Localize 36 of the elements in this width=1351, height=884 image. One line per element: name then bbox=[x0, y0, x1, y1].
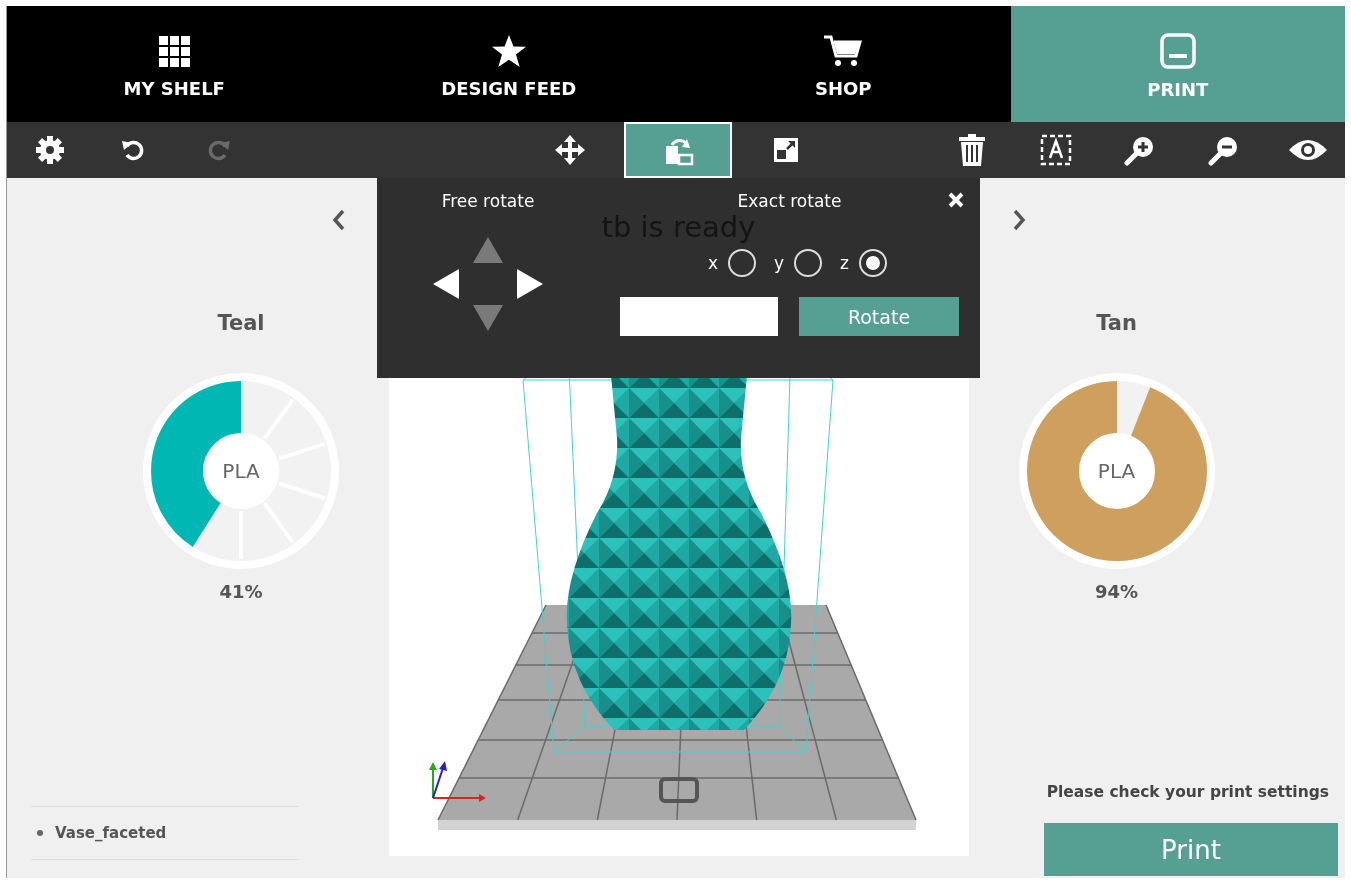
arrow-right-button[interactable] bbox=[517, 269, 543, 299]
tablet-icon bbox=[1159, 33, 1196, 69]
panel-title: Free rotate bbox=[441, 191, 535, 213]
zoom-in-icon bbox=[1124, 134, 1156, 166]
material-label: PLA bbox=[221, 459, 261, 483]
spool-empty-segment bbox=[1116, 381, 1150, 436]
filament-name: Tan bbox=[1096, 310, 1137, 337]
move-icon bbox=[555, 135, 585, 165]
axis-label: y bbox=[774, 253, 785, 273]
cart-icon bbox=[823, 34, 864, 68]
radio-button[interactable] bbox=[859, 249, 887, 277]
arrow-left-button[interactable] bbox=[433, 269, 459, 299]
radio-button[interactable] bbox=[794, 249, 823, 277]
axis-label: z bbox=[840, 253, 849, 273]
zoom-out-icon bbox=[1208, 134, 1240, 166]
bullet-icon bbox=[37, 830, 43, 836]
text-frame-icon bbox=[1040, 134, 1072, 166]
material-label: PLA bbox=[1096, 459, 1137, 483]
panel-title: Exact rotate bbox=[737, 191, 842, 213]
axis-icon bbox=[428, 761, 486, 802]
model-name[interactable]: Vase_faceted bbox=[55, 824, 167, 842]
plate-logo-icon bbox=[658, 777, 699, 803]
close-icon[interactable] bbox=[948, 192, 964, 208]
angle-input[interactable] bbox=[620, 297, 778, 336]
filament-percent: 94% bbox=[1094, 581, 1139, 602]
grid-icon bbox=[157, 34, 192, 68]
scale-icon bbox=[773, 137, 799, 163]
star-icon bbox=[490, 34, 527, 68]
filament-percent: 41% bbox=[219, 581, 263, 602]
settings-icon bbox=[35, 135, 65, 165]
trash-icon bbox=[958, 134, 986, 166]
radio-button[interactable] bbox=[728, 249, 756, 277]
print-settings-notice: Please check your print settings bbox=[1046, 783, 1329, 801]
eye-icon bbox=[1288, 138, 1328, 162]
filament-name: Teal bbox=[217, 310, 265, 337]
axis-label: x bbox=[707, 253, 718, 273]
